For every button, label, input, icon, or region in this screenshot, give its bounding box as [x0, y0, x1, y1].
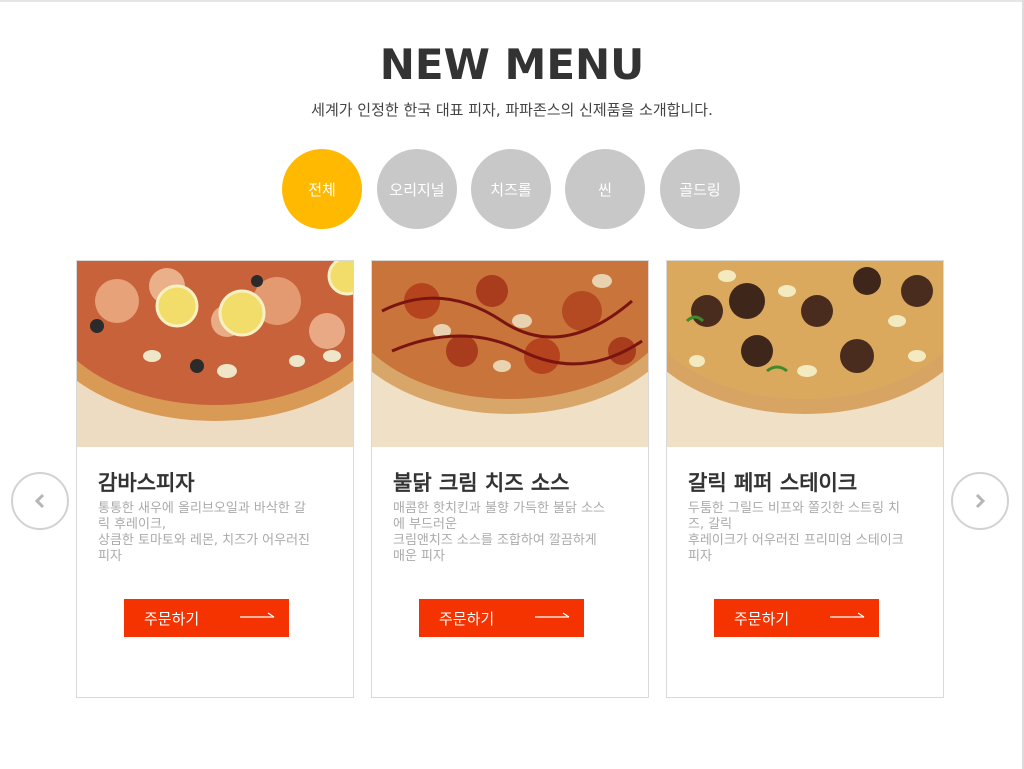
description-line: 피자	[98, 549, 122, 564]
product-card: 불닭 크림 치즈 소스 매콤한 핫치킨과 불향 가득한 불닭 소스 에 부드러운…	[371, 260, 649, 698]
description-line: 매콤한 핫치킨과 불향 가득한 불닭 소스	[393, 501, 606, 516]
pizza-spicy-chicken-image[interactable]	[372, 261, 648, 447]
description-line: 크림앤치즈 소스를 조합하여 깔끔하게	[393, 533, 597, 548]
chevron-right-icon	[975, 493, 986, 509]
product-name: 불닭 크림 치즈 소스	[393, 471, 570, 495]
tab-cheese-roll[interactable]: 치즈롤	[471, 149, 551, 229]
description-line: 후레이크가 어우러진 프리미엄 스테이크	[688, 533, 904, 548]
product-card: 감바스피자 통통한 새우에 올리브오일과 바삭한 갈 릭 후레이크, 상큼한 토…	[76, 260, 354, 698]
order-button[interactable]: 주문하기	[124, 599, 289, 637]
arrow-right-icon	[535, 612, 570, 618]
page-subtitle: 세계가 인정한 한국 대표 피자, 파파존스의 신제품을 소개합니다.	[311, 101, 713, 119]
order-button-label: 주문하기	[144, 609, 200, 628]
product-description: 매콤한 핫치킨과 불향 가득한 불닭 소스 에 부드러운 크림앤치즈 소스를 조…	[393, 501, 629, 565]
tab-all[interactable]: 전체	[282, 149, 362, 229]
product-description: 두툼한 그릴드 비프와 쫄깃한 스트링 치 즈, 갈릭 후레이크가 어우러진 프…	[688, 501, 924, 565]
pizza-garlic-steak-image[interactable]	[667, 261, 943, 447]
description-line: 상큼한 토마토와 레몬, 치즈가 어우러진	[98, 533, 311, 548]
description-line: 피자	[688, 549, 712, 564]
order-button-label: 주문하기	[734, 609, 790, 628]
description-line: 릭 후레이크,	[98, 517, 167, 532]
arrow-right-icon	[240, 612, 275, 618]
chevron-left-icon	[34, 493, 45, 509]
page-title: NEW MENU	[379, 40, 645, 89]
description-line: 두툼한 그릴드 비프와 쫄깃한 스트링 치	[688, 501, 901, 516]
order-button[interactable]: 주문하기	[419, 599, 584, 637]
product-card: 갈릭 페퍼 스테이크 두툼한 그릴드 비프와 쫄깃한 스트링 치 즈, 갈릭 후…	[666, 260, 944, 698]
description-line: 매운 피자	[393, 549, 445, 564]
carousel-prev-button[interactable]	[11, 472, 69, 530]
description-line: 즈, 갈릭	[688, 517, 733, 532]
product-name: 갈릭 페퍼 스테이크	[688, 471, 858, 495]
description-line: 에 부드러운	[393, 517, 457, 532]
tab-gold-ring[interactable]: 골드링	[660, 149, 740, 229]
product-name: 감바스피자	[98, 471, 195, 495]
top-divider	[0, 0, 1024, 2]
pizza-shrimp-lemon-image[interactable]	[77, 261, 353, 447]
tab-thin[interactable]: 씬	[565, 149, 645, 229]
order-button-label: 주문하기	[439, 609, 495, 628]
tab-original[interactable]: 오리지널	[377, 149, 457, 229]
carousel-next-button[interactable]	[951, 472, 1009, 530]
arrow-right-icon	[830, 612, 865, 618]
description-line: 통통한 새우에 올리브오일과 바삭한 갈	[98, 501, 306, 516]
order-button[interactable]: 주문하기	[714, 599, 879, 637]
product-description: 통통한 새우에 올리브오일과 바삭한 갈 릭 후레이크, 상큼한 토마토와 레몬…	[98, 501, 334, 565]
